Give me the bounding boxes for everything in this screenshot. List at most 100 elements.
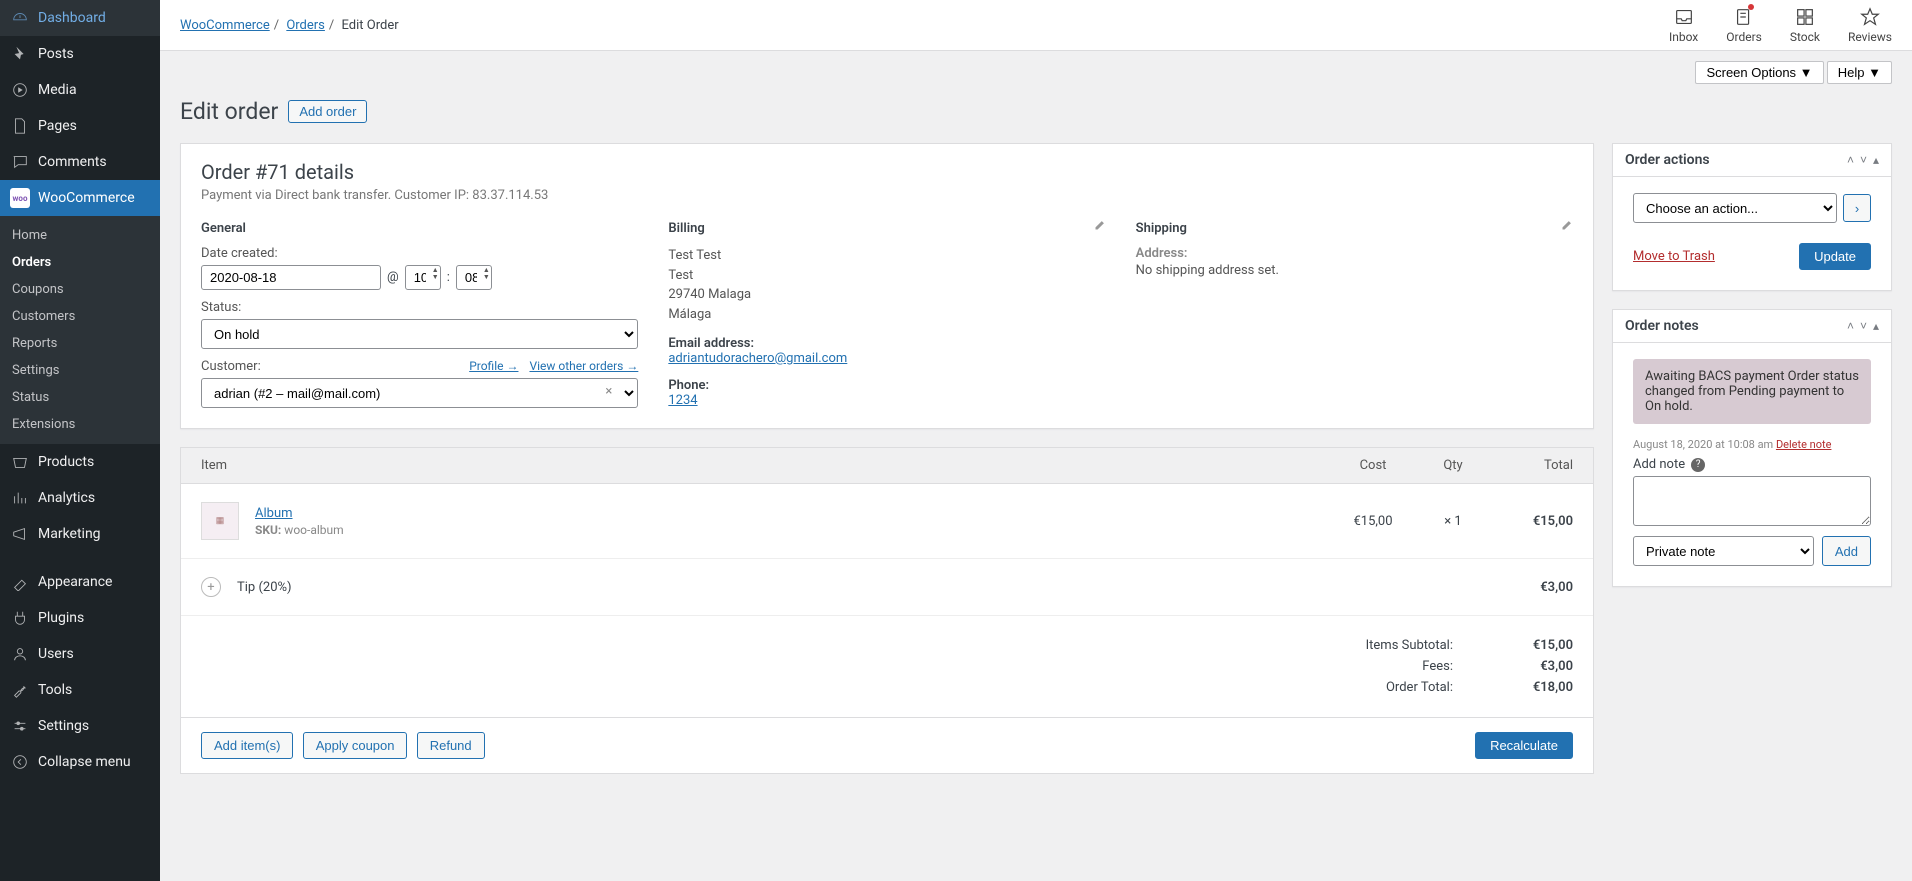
order-action-select[interactable]: Choose an action... [1633, 193, 1837, 223]
menu-media[interactable]: Media [0, 72, 160, 108]
topbar: WooCommerce/ Orders/ Edit Order Inbox Or… [160, 0, 1912, 51]
expand-fee-icon[interactable]: + [201, 577, 221, 597]
move-up-icon[interactable]: ˄ [1847, 319, 1854, 333]
order-subtitle: Payment via Direct bank transfer. Custom… [201, 188, 1573, 203]
refund-button[interactable]: Refund [417, 732, 485, 759]
recalculate-button[interactable]: Recalculate [1475, 732, 1573, 759]
menu-label: Media [38, 82, 77, 98]
item-qty: × 1 [1413, 514, 1493, 529]
panel-reviews[interactable]: Reviews [1848, 6, 1892, 44]
menu-label: Appearance [38, 574, 112, 590]
move-down-icon[interactable]: ˅ [1860, 153, 1867, 167]
page-heading: Edit order Add order [180, 98, 367, 125]
order-actions-box: Order actions ˄˅▴ Choose an action... › … [1612, 143, 1892, 291]
hour-spinner[interactable]: ▲▼ [432, 267, 439, 281]
edit-shipping-icon[interactable] [1559, 219, 1573, 237]
add-order-button[interactable]: Add order [288, 100, 367, 123]
menu-woocommerce[interactable]: wooWooCommerce [0, 180, 160, 216]
settings-icon [10, 716, 30, 736]
col-total-header: Total [1493, 458, 1573, 473]
submenu-orders[interactable]: Orders [0, 249, 160, 276]
plugins-icon [10, 608, 30, 628]
note-type-select[interactable]: Private note [1633, 536, 1814, 566]
help-button[interactable]: Help ▼ [1827, 61, 1892, 84]
minute-spinner[interactable]: ▲▼ [483, 267, 490, 281]
screen-options-button[interactable]: Screen Options ▼ [1695, 61, 1823, 84]
item-cost: €15,00 [1333, 514, 1413, 529]
add-items-button[interactable]: Add item(s) [201, 732, 293, 759]
date-created-label: Date created: [201, 246, 638, 261]
submenu-customers[interactable]: Customers [0, 303, 160, 330]
toggle-icon[interactable]: ▴ [1873, 319, 1879, 333]
edit-billing-icon[interactable] [1092, 219, 1106, 237]
menu-settings[interactable]: Settings [0, 708, 160, 744]
update-button[interactable]: Update [1799, 243, 1871, 270]
line-item-row: ▦ Album SKU: woo-album €15,00 × 1 €15,00 [181, 484, 1593, 559]
woo-icon: woo [10, 188, 30, 208]
profile-link[interactable]: Profile → [469, 359, 518, 373]
product-link[interactable]: Album [255, 506, 293, 521]
billing-line: Test [668, 266, 1105, 286]
menu-label: Comments [38, 154, 107, 170]
apply-action-button[interactable]: › [1843, 194, 1871, 222]
menu-appearance[interactable]: Appearance [0, 564, 160, 600]
panel-orders[interactable]: Orders [1726, 6, 1762, 44]
move-up-icon[interactable]: ˄ [1847, 153, 1854, 167]
products-icon [10, 452, 30, 472]
activity-panel: Inbox Orders Stock Reviews [1669, 6, 1892, 44]
other-orders-link[interactable]: View other orders → [529, 359, 638, 373]
menu-users[interactable]: Users [0, 636, 160, 672]
apply-coupon-button[interactable]: Apply coupon [303, 732, 408, 759]
customer-select[interactable]: adrian (#2 – mail@mail.com) [201, 378, 638, 408]
crumb-orders[interactable]: Orders [286, 18, 325, 33]
submenu-reports[interactable]: Reports [0, 330, 160, 357]
admin-sidebar: Dashboard Posts Media Pages Comments woo… [0, 0, 160, 881]
order-totals: Items Subtotal:€15,00 Fees:€3,00 Order T… [181, 616, 1593, 717]
status-select[interactable]: On hold [201, 319, 638, 349]
submenu-coupons[interactable]: Coupons [0, 276, 160, 303]
shipping-addr-value: No shipping address set. [1136, 261, 1573, 281]
menu-collapse[interactable]: Collapse menu [0, 744, 160, 780]
col-qty-header: Qty [1413, 458, 1493, 473]
move-down-icon[interactable]: ˅ [1860, 319, 1867, 333]
menu-plugins[interactable]: Plugins [0, 600, 160, 636]
menu-products[interactable]: Products [0, 444, 160, 480]
order-details-box: Order #71 details Payment via Direct ban… [180, 143, 1594, 429]
submenu-settings[interactable]: Settings [0, 357, 160, 384]
fee-row: + Tip (20%) €3,00 [181, 559, 1593, 616]
note-textarea[interactable] [1633, 476, 1871, 526]
date-input[interactable] [201, 265, 381, 290]
shipping-heading: Shipping [1136, 221, 1573, 236]
fee-name: Tip (20%) [237, 580, 292, 595]
move-to-trash-link[interactable]: Move to Trash [1633, 249, 1715, 264]
submenu-home[interactable]: Home [0, 222, 160, 249]
add-note-button[interactable]: Add [1822, 536, 1871, 566]
menu-tools[interactable]: Tools [0, 672, 160, 708]
page-icon [10, 116, 30, 136]
order-notes-box: Order notes ˄˅▴ Awaiting BACS payment Or… [1612, 309, 1892, 587]
crumb-woocommerce[interactable]: WooCommerce [180, 18, 270, 33]
help-icon[interactable]: ? [1691, 458, 1705, 472]
menu-analytics[interactable]: Analytics [0, 480, 160, 516]
clear-customer-icon[interactable]: × [605, 384, 612, 399]
menu-pages[interactable]: Pages [0, 108, 160, 144]
panel-inbox[interactable]: Inbox [1669, 6, 1698, 44]
toggle-icon[interactable]: ▴ [1873, 153, 1879, 167]
order-note: Awaiting BACS payment Order status chang… [1633, 359, 1871, 424]
menu-dashboard[interactable]: Dashboard [0, 0, 160, 36]
order-actions-heading: Order actions [1625, 152, 1710, 168]
delete-note-link[interactable]: Delete note [1776, 438, 1832, 451]
billing-email[interactable]: adriantudorachero@gmail.com [668, 351, 847, 366]
menu-label: Pages [38, 118, 77, 134]
menu-posts[interactable]: Posts [0, 36, 160, 72]
menu-marketing[interactable]: Marketing [0, 516, 160, 552]
comment-icon [10, 152, 30, 172]
submenu-status[interactable]: Status [0, 384, 160, 411]
marketing-icon [10, 524, 30, 544]
submenu-extensions[interactable]: Extensions [0, 411, 160, 438]
menu-label: Products [38, 454, 94, 470]
billing-phone[interactable]: 1234 [668, 393, 697, 408]
tools-icon [10, 680, 30, 700]
menu-comments[interactable]: Comments [0, 144, 160, 180]
panel-stock[interactable]: Stock [1790, 6, 1820, 44]
